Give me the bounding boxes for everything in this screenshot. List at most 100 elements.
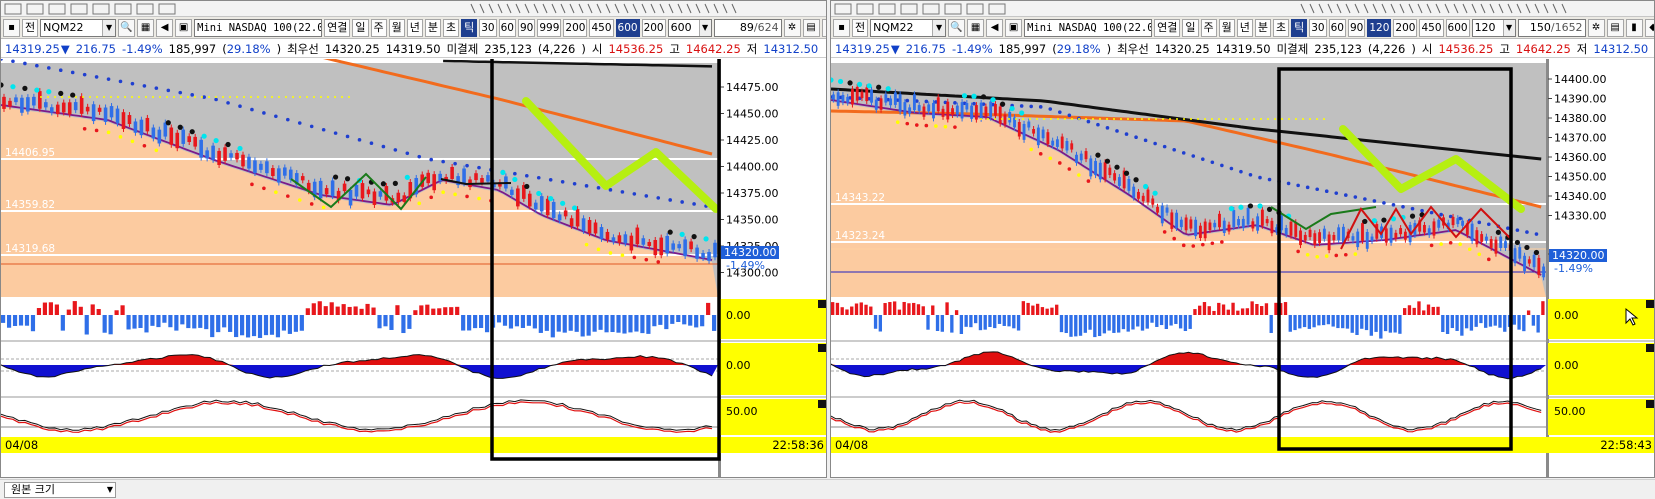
bar-count-field[interactable]: 150/1652	[1517, 18, 1586, 37]
interval-button-2[interactable]: 주	[370, 18, 387, 37]
macd-bar	[461, 315, 466, 331]
candle-body	[1046, 132, 1050, 145]
zoom-label: 원본 크기	[11, 483, 55, 496]
bar-count-field[interactable]: 89/624	[713, 18, 782, 37]
period-button-3[interactable]: 120	[1367, 18, 1392, 37]
interval-button-6[interactable]: 초	[1273, 18, 1290, 37]
macd-bar	[78, 306, 83, 315]
period-button-5[interactable]: 450	[589, 18, 614, 37]
save-icon[interactable]: ▮	[1625, 18, 1643, 37]
sar-dot	[679, 231, 685, 237]
period-button-6[interactable]: 600	[615, 18, 640, 37]
link-icon[interactable]: ▣	[175, 18, 193, 37]
panel-close-icon[interactable]	[1646, 344, 1654, 352]
resistance-dot	[285, 96, 287, 98]
candle-body	[211, 145, 215, 160]
ma-blue-dot	[1124, 132, 1129, 136]
chart-canvas[interactable]: 14343.22 14323.24 14400.00 14390.00 14380.00…	[831, 59, 1655, 478]
chevron-down-icon[interactable]: ▼	[1502, 19, 1515, 36]
period-button-0[interactable]: 30	[479, 18, 497, 37]
panel-close-icon[interactable]	[818, 300, 826, 308]
interval-button-7[interactable]: 틱	[461, 18, 478, 37]
sar-dot	[237, 145, 243, 152]
macd-bar	[1498, 315, 1502, 328]
interval-button-0[interactable]: 연결	[1154, 18, 1181, 37]
link-icon[interactable]: ▣	[1005, 18, 1023, 37]
interval-button-4[interactable]: 년	[1236, 18, 1253, 37]
resistance-dot	[341, 96, 343, 98]
interval-button-1[interactable]: 일	[352, 18, 369, 37]
interval-button-5[interactable]: 분	[424, 18, 441, 37]
settings-icon[interactable]: ✲	[1587, 18, 1605, 37]
speaker-icon[interactable]: ◀	[986, 18, 1004, 37]
macd-bar	[1288, 315, 1292, 332]
period-select[interactable]: 600 ▼	[667, 18, 712, 37]
candle-body	[277, 168, 281, 183]
macd-bar	[1093, 315, 1097, 338]
chevron-down-icon[interactable]: ▼	[932, 19, 946, 36]
chart-area[interactable]: 14406.95 14359.82 14319.68 14475.00 14450.00…	[1, 59, 826, 477]
period-button-1[interactable]: 60	[1328, 18, 1346, 37]
period-button-2[interactable]: 90	[1348, 18, 1366, 37]
interval-button-4[interactable]: 년	[406, 18, 423, 37]
interval-button-6[interactable]: 초	[443, 18, 460, 37]
candle-body	[611, 237, 616, 242]
period-select[interactable]: 120 ▼	[1471, 18, 1516, 37]
panel-close-icon[interactable]	[818, 344, 826, 352]
symbol-input[interactable]: NQM22 ▼	[40, 18, 117, 37]
period-button-6[interactable]: 600	[1445, 18, 1470, 37]
chart-canvas[interactable]: 14406.95 14359.82 14319.68 14475.00 14450.00…	[1, 59, 827, 478]
search-icon[interactable]: 🔍	[118, 18, 136, 37]
panel-close-icon[interactable]	[1646, 300, 1654, 308]
macd-bar	[835, 302, 840, 315]
grid-icon[interactable]: ▤	[1606, 18, 1624, 37]
sar-dot	[1305, 252, 1310, 257]
calculator-icon[interactable]: ▦	[137, 18, 155, 37]
panel-close-icon[interactable]	[818, 400, 826, 408]
interval-button-2[interactable]: 주	[1200, 18, 1217, 37]
macd-bar	[550, 315, 555, 338]
panel-close-icon[interactable]	[1646, 400, 1654, 408]
candle-body	[396, 192, 401, 203]
interval-button-1[interactable]: 일	[1182, 18, 1199, 37]
period-button-7[interactable]: 200	[641, 18, 666, 37]
interval-button-3[interactable]: 월	[1218, 18, 1235, 37]
period-button-4[interactable]: 200	[563, 18, 588, 37]
interval-button-5[interactable]: 분	[1254, 18, 1271, 37]
macd-bar	[514, 315, 520, 327]
search-icon[interactable]: 🔍	[948, 18, 966, 37]
ma-blue-dot	[23, 61, 27, 66]
symbol-input[interactable]: NQM22 ▼	[870, 18, 947, 37]
chart-area[interactable]: 14343.22 14323.24 14400.00 14390.00 14380.00…	[831, 59, 1654, 477]
resistance-dot	[1211, 118, 1213, 120]
interval-button-7[interactable]: 틱	[1291, 18, 1308, 37]
prefix-button[interactable]: 전	[852, 18, 869, 37]
chevron-down-icon[interactable]: ▼	[698, 19, 711, 36]
prefix-button[interactable]: 전	[22, 18, 39, 37]
grid-icon[interactable]: ▤	[802, 18, 820, 37]
macd-bar	[60, 315, 65, 331]
window-icon[interactable]: ▪	[3, 18, 20, 37]
period-button-3[interactable]: 999	[537, 18, 562, 37]
zoom-select[interactable]: 원본 크기 ▼	[4, 482, 116, 498]
speaker-icon[interactable]: ◀	[156, 18, 174, 37]
interval-button-0[interactable]: 연결	[324, 18, 351, 37]
save-icon[interactable]: ▮	[821, 18, 826, 37]
period-button-0[interactable]: 30	[1309, 18, 1327, 37]
chevron-down-icon[interactable]: ▼	[102, 19, 116, 36]
macd-bar	[1422, 310, 1426, 315]
pin-icon[interactable]: ◆	[1644, 18, 1654, 37]
window-icon[interactable]: ▪	[833, 18, 850, 37]
macd-bar	[959, 315, 964, 334]
resistance-dot	[222, 96, 224, 98]
period-button-5[interactable]: 450	[1419, 18, 1444, 37]
period-button-1[interactable]: 60	[498, 18, 516, 37]
settings-icon[interactable]: ✲	[783, 18, 801, 37]
calculator-icon[interactable]: ▦	[967, 18, 985, 37]
period-button-2[interactable]: 90	[518, 18, 536, 37]
ma-blue-dot	[1305, 185, 1310, 190]
period-button-4[interactable]: 200	[1393, 18, 1418, 37]
candle-body	[26, 97, 30, 112]
interval-button-3[interactable]: 월	[388, 18, 405, 37]
resistance-dot	[201, 96, 203, 98]
